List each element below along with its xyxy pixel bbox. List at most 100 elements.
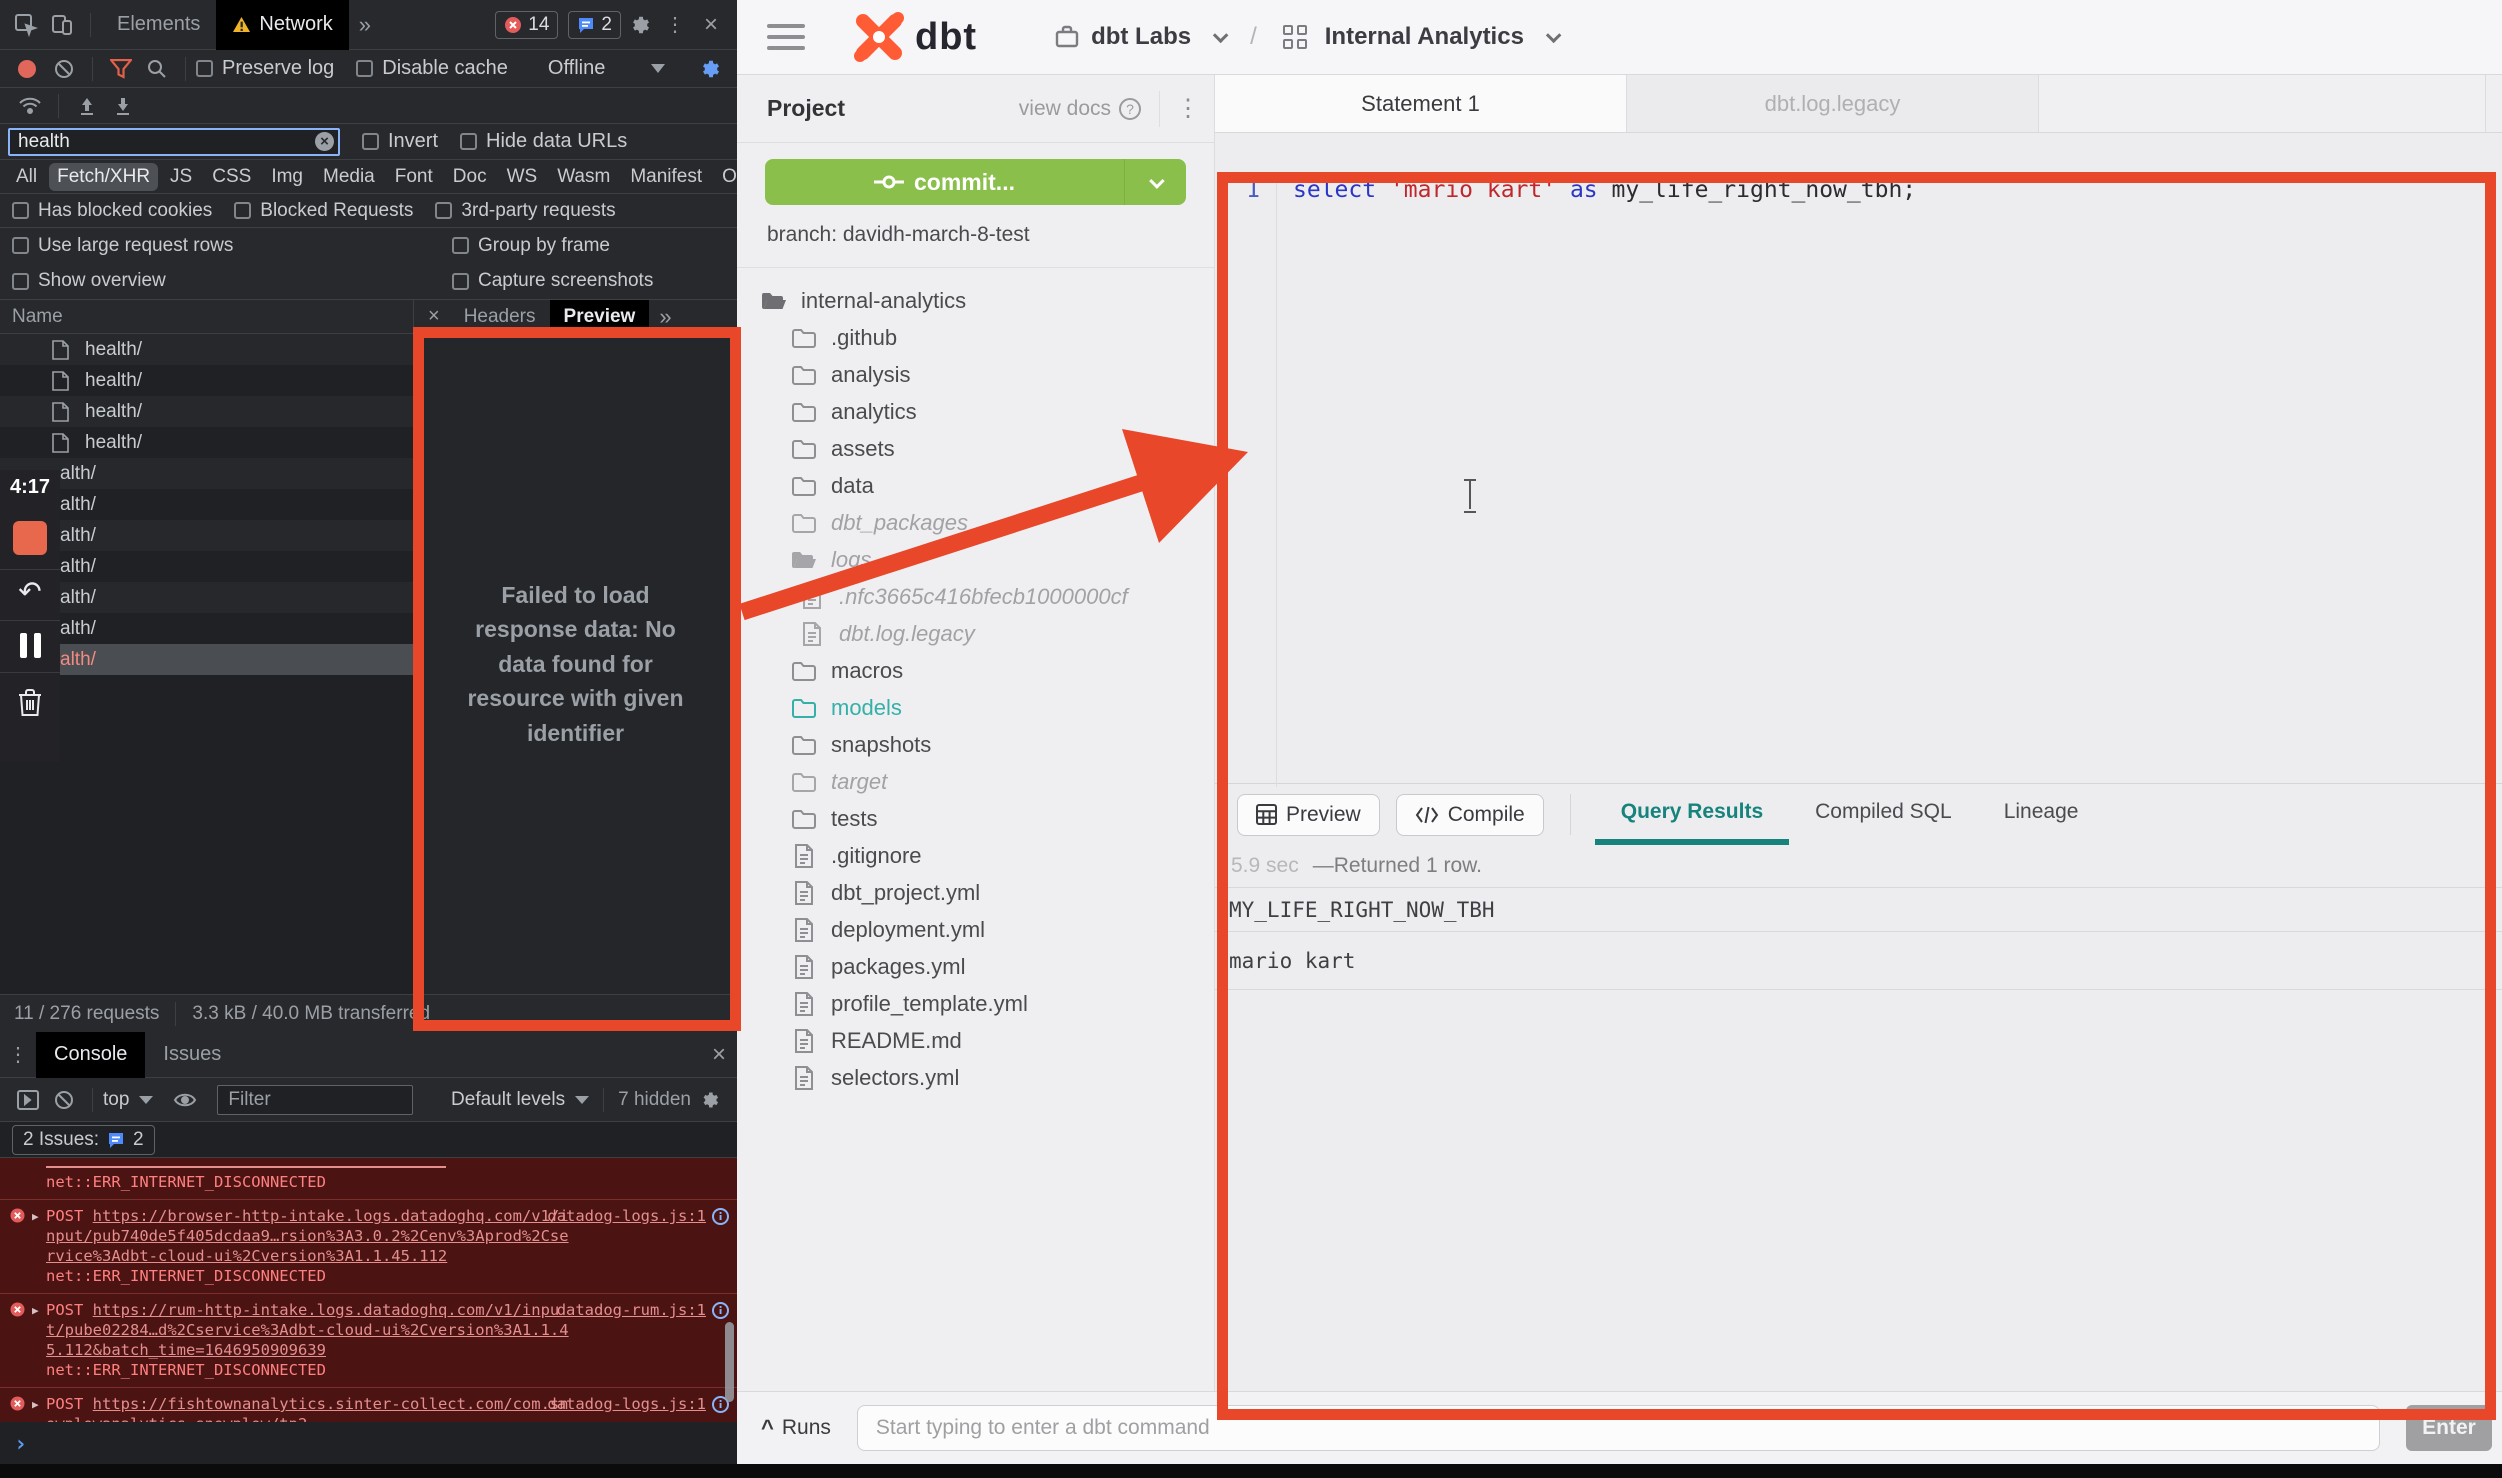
file-tree-item[interactable]: dbt_project.yml <box>737 874 1214 911</box>
commit-dropdown[interactable] <box>1124 159 1186 205</box>
file-tree-item[interactable]: profile_template.yml <box>737 985 1214 1022</box>
export-har-icon[interactable] <box>105 88 141 124</box>
console-sidebar-icon[interactable] <box>10 1082 46 1118</box>
resource-type-pill[interactable]: Wasm <box>549 163 618 191</box>
capture-screenshots-checkbox[interactable]: Capture screenshots <box>452 270 703 292</box>
tab-preview[interactable]: Preview <box>550 300 650 334</box>
import-har-icon[interactable] <box>69 88 105 124</box>
resource-type-pill[interactable]: Font <box>387 163 441 191</box>
large-rows-checkbox[interactable]: Use large request rows <box>12 235 430 257</box>
file-tree-item[interactable]: .gitignore <box>737 837 1214 874</box>
network-request-row[interactable]: alth/ <box>0 489 413 520</box>
close-detail-icon[interactable]: × <box>414 305 450 328</box>
drawer-kebab-icon[interactable]: ⋮ <box>0 1037 36 1073</box>
tab-elements[interactable]: Elements <box>101 0 216 50</box>
network-settings-gear-icon[interactable] <box>691 51 727 87</box>
commit-button[interactable]: commit... <box>765 159 1186 205</box>
network-request-row[interactable]: alth/ <box>0 551 413 582</box>
issue-info-icon[interactable] <box>712 1208 729 1225</box>
clear-filter-icon[interactable]: × <box>315 132 334 151</box>
console-error[interactable]: ▶ net::ERR_INTERNET_DISCONNECTED <box>0 1158 737 1200</box>
undo-icon[interactable]: ↶ <box>18 578 41 606</box>
kebab-menu-icon[interactable]: ⋮ <box>657 7 693 43</box>
close-devtools-icon[interactable]: × <box>693 7 729 43</box>
hamburger-menu-icon[interactable] <box>767 24 811 50</box>
source-location-link[interactable]: datadog-logs.js:1 <box>547 1394 706 1414</box>
file-tree-item[interactable]: data <box>737 467 1214 504</box>
issue-info-icon[interactable] <box>712 1302 729 1319</box>
request-url-link[interactable]: https://fishtownanalytics.sinter-collect… <box>46 1395 569 1422</box>
project-switcher[interactable]: Internal Analytics <box>1283 23 1557 51</box>
source-location-link[interactable]: datadog-rum.js:1 <box>557 1300 706 1320</box>
console-filter-input[interactable] <box>217 1085 413 1115</box>
view-docs-link[interactable]: view docs ? <box>1019 97 1141 121</box>
resource-type-pill[interactable]: Media <box>315 163 383 191</box>
expand-triangle-icon[interactable]: ▶ <box>32 1301 39 1321</box>
detail-more-tabs-icon[interactable]: » <box>649 304 681 330</box>
file-tree-item[interactable]: models <box>737 689 1214 726</box>
source-location-link[interactable]: datadog-logs.js:1 <box>547 1206 706 1226</box>
console-error[interactable]: ▶ POST https://rum-http-intake.logs.data… <box>0 1294 737 1388</box>
context-caret-icon[interactable] <box>139 1096 153 1104</box>
console-settings-gear-icon[interactable] <box>691 1082 727 1118</box>
blocked-requests-checkbox[interactable]: Blocked Requests <box>234 200 413 222</box>
inspect-element-icon[interactable] <box>8 7 44 43</box>
network-conditions-icon[interactable] <box>12 88 48 124</box>
device-toolbar-icon[interactable] <box>44 7 80 43</box>
throttling-caret-icon[interactable] <box>651 64 665 73</box>
close-drawer-icon[interactable]: × <box>701 1037 737 1073</box>
resource-type-pill[interactable]: CSS <box>204 163 259 191</box>
file-tree-item[interactable]: analytics <box>737 393 1214 430</box>
preserve-log-checkbox[interactable]: Preserve log <box>196 57 334 80</box>
tab-console[interactable]: Console <box>36 1032 145 1078</box>
network-request-row[interactable]: alth/ <box>0 582 413 613</box>
eye-icon[interactable] <box>167 1082 203 1118</box>
tab-headers[interactable]: Headers <box>450 300 550 334</box>
throttling-select[interactable]: Offline <box>548 57 605 80</box>
clear-console-icon[interactable] <box>46 1082 82 1118</box>
file-tree-item[interactable]: packages.yml <box>737 948 1214 985</box>
filter-icon[interactable] <box>103 51 139 87</box>
file-tree-item[interactable]: assets <box>737 430 1214 467</box>
network-request-row[interactable]: health/ <box>0 396 413 427</box>
delete-recording-icon[interactable] <box>17 687 43 723</box>
expand-triangle-icon[interactable]: ▶ <box>32 1395 39 1415</box>
file-tree-item[interactable]: target <box>737 763 1214 800</box>
project-kebab-icon[interactable]: ⋮ <box>1159 91 1200 127</box>
network-request-row[interactable]: alth/ <box>0 613 413 644</box>
file-tree-item[interactable]: analysis <box>737 356 1214 393</box>
network-request-row[interactable]: alth/ <box>0 520 413 551</box>
resource-type-pill[interactable]: Doc <box>445 163 495 191</box>
network-request-row[interactable]: health/ <box>0 334 413 365</box>
file-tree-item[interactable]: dbt.log.legacy <box>737 615 1214 652</box>
console-scrollbar[interactable] <box>725 1322 734 1402</box>
resource-type-pill[interactable]: Fetch/XHR <box>49 163 158 191</box>
search-icon[interactable] <box>139 51 175 87</box>
resource-type-pill[interactable]: Manifest <box>622 163 710 191</box>
file-tree-item[interactable]: deployment.yml <box>737 911 1214 948</box>
issues-chip[interactable]: 2 Issues: 2 <box>12 1125 155 1155</box>
runs-toggle[interactable]: ^ Runs <box>761 1415 831 1441</box>
file-tree-item[interactable]: macros <box>737 652 1214 689</box>
network-request-row[interactable]: health/ <box>0 427 413 458</box>
hide-data-urls-checkbox[interactable]: Hide data URLs <box>460 130 627 153</box>
dbt-command-input[interactable] <box>857 1405 2380 1451</box>
more-tabs-icon[interactable]: » <box>349 12 381 38</box>
error-count-badge[interactable]: 14 <box>495 11 558 39</box>
show-overview-checkbox[interactable]: Show overview <box>12 270 430 292</box>
resource-type-pill[interactable]: JS <box>162 163 200 191</box>
third-party-checkbox[interactable]: 3rd-party requests <box>435 200 615 222</box>
request-url-link[interactable]: https://browser-http-intake.logs.datadog… <box>46 1207 569 1265</box>
request-url-link[interactable]: https://rum-http-intake.logs.datadoghq.c… <box>46 1301 569 1359</box>
stop-recording-button[interactable] <box>13 521 47 555</box>
file-tree-item[interactable]: .nfc3665c416bfecb1000000cf <box>737 578 1214 615</box>
compile-button[interactable]: Compile <box>1396 794 1544 836</box>
pause-recording-button[interactable] <box>20 633 41 658</box>
file-tree-item[interactable]: internal-analytics <box>737 282 1214 319</box>
disable-cache-checkbox[interactable]: Disable cache <box>356 57 508 80</box>
network-request-row[interactable]: alth/ <box>0 644 413 675</box>
issue-count-badge[interactable]: 2 <box>568 11 621 39</box>
sql-editor[interactable]: 1 select 'mario kart' as my_life_right_n… <box>1215 133 2502 783</box>
file-tree-item[interactable]: tests <box>737 800 1214 837</box>
has-blocked-cookies-checkbox[interactable]: Has blocked cookies <box>12 200 212 222</box>
